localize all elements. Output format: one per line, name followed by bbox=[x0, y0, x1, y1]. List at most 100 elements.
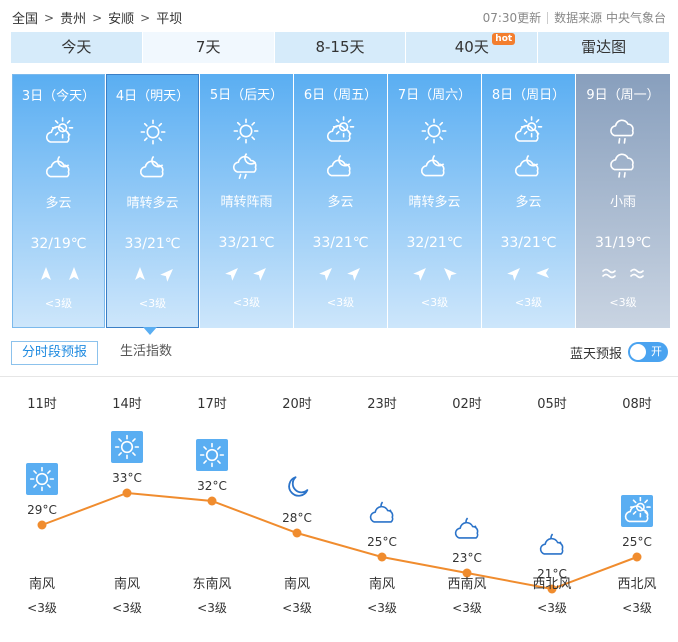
temperature-range: 31/19℃ bbox=[594, 235, 652, 251]
tab-life-index[interactable]: 生活指数 bbox=[110, 341, 182, 365]
sunny-icon bbox=[26, 463, 58, 495]
tab-label: 40天 bbox=[454, 38, 489, 56]
weather-description: 晴转多云 bbox=[126, 196, 179, 211]
hour-wind-direction: 南风 bbox=[368, 577, 395, 592]
breadcrumb-item-city[interactable]: 安顺 bbox=[108, 8, 134, 27]
northwest-arrow-icon bbox=[440, 264, 458, 286]
northeast-arrow-icon bbox=[252, 264, 270, 286]
northeast-arrow-icon bbox=[506, 264, 524, 286]
temperature-range: 33/21℃ bbox=[312, 235, 369, 251]
northeast-arrow-icon bbox=[318, 264, 336, 286]
selected-day-pointer bbox=[143, 327, 157, 335]
hour-temperature: 25°C bbox=[622, 535, 652, 549]
breadcrumb-separator: > bbox=[92, 10, 103, 25]
day-card[interactable]: 9日（周一） 小雨 31/19℃ <3级 bbox=[576, 74, 670, 328]
bluesky-forecast: 蓝天预报 开 bbox=[570, 342, 668, 362]
update-time: 07:30更新 bbox=[482, 11, 542, 25]
tab-radar[interactable]: 雷达图 bbox=[538, 32, 669, 63]
wind-direction bbox=[504, 264, 554, 284]
day-card[interactable]: 4日（明天） 晴转多云 33/21℃ <3级 bbox=[106, 74, 199, 328]
tab-7days[interactable]: 7天 bbox=[142, 32, 274, 63]
tab-8-15days[interactable]: 8-15天 bbox=[274, 32, 406, 63]
hour-temperature: 28°C bbox=[282, 511, 312, 525]
north-arrow-icon bbox=[65, 265, 83, 287]
day-date: 4日（明天） bbox=[115, 89, 190, 104]
bluesky-toggle[interactable]: 开 bbox=[628, 342, 668, 362]
toggle-label: 开 bbox=[651, 345, 662, 358]
hour-time: 14时 bbox=[112, 397, 142, 412]
hour-wind-level: <3级 bbox=[622, 601, 652, 615]
subtabs: 分时段预报 生活指数 bbox=[11, 341, 182, 365]
hour-time: 05时 bbox=[537, 397, 567, 412]
northeast-arrow-icon bbox=[159, 265, 177, 287]
day-card[interactable]: 8日（周日） 多云 33/21℃ <3级 bbox=[482, 74, 575, 328]
breadcrumb-separator: > bbox=[140, 10, 151, 25]
temperature-point bbox=[207, 496, 217, 506]
weather-description: 多云 bbox=[45, 196, 72, 211]
hour-time: 17时 bbox=[197, 397, 227, 412]
day-date: 9日（周一） bbox=[586, 88, 660, 103]
wind-direction bbox=[129, 265, 179, 285]
wind-level: <3级 bbox=[138, 297, 167, 310]
hour-wind-level: <3级 bbox=[367, 601, 397, 615]
hour-wind-direction: 南风 bbox=[28, 577, 55, 592]
wind-level: <3级 bbox=[514, 296, 543, 309]
day-card[interactable]: 3日（今天） 多云 32/19℃ <3级 bbox=[12, 74, 105, 328]
temperature-point bbox=[122, 488, 132, 498]
hour-temperature: 23°C bbox=[452, 551, 482, 565]
sunny-icon bbox=[231, 116, 261, 144]
tab-hourly-forecast[interactable]: 分时段预报 bbox=[11, 341, 99, 365]
temperature-point bbox=[632, 552, 642, 562]
day-card[interactable]: 5日（后天） 晴转阵雨 33/21℃ <3级 bbox=[200, 74, 293, 328]
cloudy-night-icon bbox=[513, 150, 543, 178]
west-arrow-icon bbox=[534, 264, 552, 286]
day-card[interactable]: 6日（周五） 多云 33/21℃ <3级 bbox=[294, 74, 387, 328]
tab-label: 雷达图 bbox=[581, 38, 627, 56]
wind-direction bbox=[598, 264, 648, 284]
weather-description: 多云 bbox=[515, 195, 542, 210]
cloudy-night-icon bbox=[536, 527, 568, 559]
tab-today[interactable]: 今天 bbox=[11, 32, 142, 63]
day-date: 5日（后天） bbox=[209, 88, 284, 103]
tab-40days[interactable]: 40天 hot bbox=[406, 32, 538, 63]
temperature-range: 33/21℃ bbox=[218, 235, 275, 251]
hour-time: 02时 bbox=[452, 397, 482, 412]
wind-level: <3级 bbox=[44, 297, 73, 310]
hour-wind-direction: 西北风 bbox=[617, 577, 657, 592]
breadcrumb: 全国 > 贵州 > 安顺 > 平坝 bbox=[12, 8, 183, 28]
breadcrumb-item-county: 平坝 bbox=[156, 12, 183, 27]
weather-description: 多云 bbox=[327, 195, 354, 210]
tab-label: 8-15天 bbox=[315, 38, 365, 56]
day-card[interactable]: 7日（周六） 晴转多云 32/21℃ <3级 bbox=[388, 74, 481, 328]
breadcrumb-item-country[interactable]: 全国 bbox=[12, 8, 38, 27]
wind-direction bbox=[222, 264, 272, 284]
temperature-range: 32/19℃ bbox=[30, 236, 87, 252]
tab-label: 7天 bbox=[195, 38, 221, 56]
breadcrumb-item-province[interactable]: 贵州 bbox=[60, 8, 86, 27]
temperature-range: 33/21℃ bbox=[500, 235, 557, 251]
day-date: 3日（今天） bbox=[21, 89, 96, 104]
hour-time: 08时 bbox=[622, 397, 652, 412]
day-date: 7日（周六） bbox=[397, 88, 472, 103]
partly-cloudy-icon bbox=[44, 117, 74, 145]
sunny-icon bbox=[138, 117, 168, 145]
hour-wind-direction: 南风 bbox=[283, 577, 310, 592]
wind-direction bbox=[410, 264, 460, 284]
top-bar: 全国 > 贵州 > 安顺 > 平坝 07:30更新 数据来源 中央气象台 bbox=[0, 0, 678, 32]
hour-time: 20时 bbox=[282, 397, 312, 412]
temperature-point bbox=[377, 552, 387, 562]
partly-cloudy-icon bbox=[325, 116, 355, 144]
cloudy-night-icon bbox=[325, 150, 355, 178]
temperature-range: 32/21℃ bbox=[406, 235, 463, 251]
wind-level: <3级 bbox=[326, 296, 355, 309]
seven-day-forecast: 3日（今天） 多云 32/19℃ <3级 4日（明天） 晴转多云 33/21℃ … bbox=[12, 74, 670, 328]
tab-label: 今天 bbox=[61, 38, 92, 56]
shower-night-icon bbox=[231, 150, 261, 180]
hour-wind-level: <3级 bbox=[27, 601, 57, 615]
swirl-wind-icon bbox=[600, 264, 618, 286]
hour-wind-level: <3级 bbox=[197, 601, 227, 615]
northeast-arrow-icon bbox=[346, 264, 364, 286]
bluesky-label: 蓝天预报 bbox=[569, 346, 622, 362]
moon-icon bbox=[281, 471, 313, 503]
day-date: 6日（周五） bbox=[303, 88, 378, 103]
